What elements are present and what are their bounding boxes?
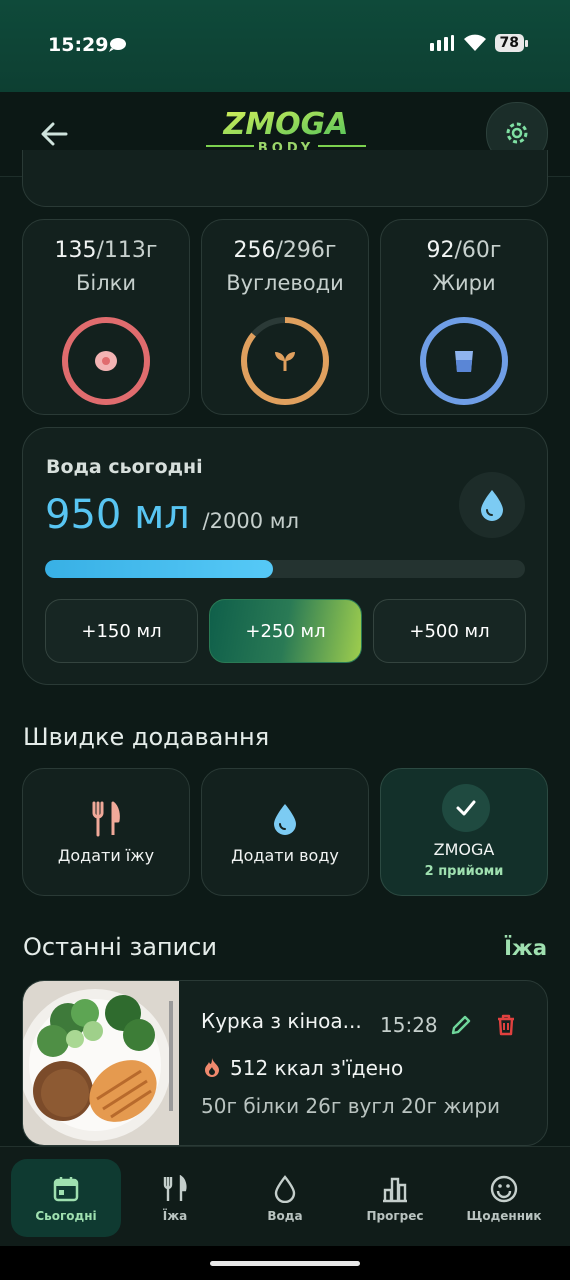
zmoga-label: ZMOGA (433, 840, 495, 859)
nav-diary[interactable]: Щоденник (449, 1159, 559, 1237)
gear-icon (506, 122, 528, 144)
fat-label: Жири (432, 271, 496, 295)
entry-macros: 50г білки 26г вугл 20г жири (201, 1094, 501, 1118)
entry-calories: 512 ккал з'їдено (230, 1056, 404, 1080)
nav-food-label: Їжа (162, 1209, 188, 1223)
add-food-button[interactable]: Додати їжу (22, 768, 190, 896)
fat-ring (420, 317, 508, 405)
fat-target: /60г (454, 238, 502, 263)
chat-bubble-icon (109, 38, 126, 52)
fork-knife-icon (163, 1175, 187, 1201)
battery-indicator: 78 (494, 34, 529, 52)
food-link[interactable]: Їжа (504, 936, 547, 960)
water-drop-icon (274, 804, 296, 835)
system-gesture-area (0, 1246, 570, 1280)
bottom-navigation: Сьогодні Їжа Вода Прогрес Щоденник (0, 1146, 570, 1247)
check-icon (456, 800, 476, 816)
status-time: 15:29 (48, 34, 109, 56)
water-title: Вода сьогодні (46, 456, 203, 478)
water-goal: /2000 мл (202, 509, 299, 533)
quick-add-title: Швидке додавання (23, 723, 270, 751)
zmoga-button[interactable]: ZMOGA 2 прийоми (380, 768, 548, 896)
food-photo (23, 981, 179, 1145)
back-arrow-icon[interactable] (36, 116, 72, 152)
svg-text:ZMOGA: ZMOGA (223, 108, 349, 142)
nav-today[interactable]: Сьогодні (11, 1159, 121, 1237)
nav-diary-label: Щоденник (466, 1209, 542, 1223)
protein-label: Білки (76, 271, 136, 295)
add-water-label: Додати воду (231, 846, 339, 865)
glass-icon (455, 351, 473, 372)
carbs-ring (241, 317, 329, 405)
water-progress-fill (45, 560, 273, 578)
carbs-consumed: 256 (233, 238, 276, 263)
water-drop-icon (481, 490, 503, 521)
nav-water-label: Вода (267, 1209, 303, 1223)
status-bar: 15:29 78 (0, 0, 570, 92)
protein-consumed: 135 (54, 238, 97, 263)
protein-ring (62, 317, 150, 405)
water-progress-bar (45, 560, 525, 578)
add-150ml-button[interactable]: +150 мл (45, 599, 198, 663)
calendar-icon (53, 1177, 79, 1202)
zmoga-sublabel: 2 прийоми (424, 864, 504, 879)
sprout-icon (275, 352, 295, 371)
flame-icon (205, 1058, 219, 1077)
protein-target: /113г (96, 238, 158, 263)
carbs-target: /296г (275, 238, 337, 263)
add-food-label: Додати їжу (57, 846, 155, 865)
home-indicator[interactable] (210, 1261, 360, 1266)
water-amount: 950 мл (45, 492, 190, 538)
nav-progress-label: Прогрес (366, 1209, 424, 1223)
pencil-icon[interactable] (450, 1014, 472, 1036)
fork-knife-icon (92, 801, 120, 837)
smiley-icon (490, 1175, 518, 1203)
zmoga-logo: ZMOGA BODY (206, 108, 366, 156)
protein-card[interactable]: 135/113г Білки (22, 219, 190, 415)
egg-icon (95, 351, 117, 371)
previous-card-edge (22, 150, 548, 207)
nav-progress[interactable]: Прогрес (340, 1159, 450, 1237)
recent-entries-title: Останні записи (23, 933, 218, 961)
fat-card[interactable]: 92/60г Жири (380, 219, 548, 415)
bar-chart-icon (383, 1177, 407, 1203)
nav-food[interactable]: Їжа (120, 1159, 230, 1237)
add-250ml-button[interactable]: +250 мл (209, 599, 362, 663)
wifi-icon (463, 34, 486, 51)
carbs-label: Вуглеводи (226, 271, 344, 295)
carbs-card[interactable]: 256/296г Вуглеводи (201, 219, 369, 415)
entry-name: Курка з кіноа... (201, 1009, 362, 1033)
signal-icon (429, 35, 454, 51)
trash-icon[interactable] (495, 1014, 517, 1036)
water-badge (459, 472, 525, 538)
add-water-button[interactable]: Додати воду (201, 768, 369, 896)
fat-consumed: 92 (426, 238, 455, 263)
water-drop-icon (274, 1175, 296, 1203)
nav-water[interactable]: Вода (230, 1159, 340, 1237)
add-500ml-button[interactable]: +500 мл (373, 599, 526, 663)
food-entry-card[interactable]: Курка з кіноа... 15:28 512 ккал з'їдено … (22, 980, 548, 1146)
water-card: Вода сьогодні 950 мл /2000 мл +150 мл +2… (22, 427, 548, 685)
nav-today-label: Сьогодні (35, 1209, 97, 1223)
entry-time: 15:28 (380, 1013, 438, 1037)
